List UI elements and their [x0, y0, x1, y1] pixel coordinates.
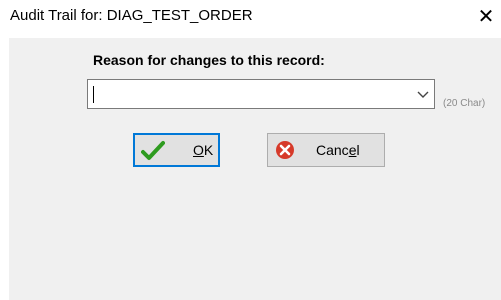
reason-label: Reason for changes to this record:: [93, 52, 325, 68]
dialog-body: Reason for changes to this record: (20 C…: [9, 38, 501, 300]
char-limit-hint: (20 Char): [443, 98, 486, 109]
chevron-down-icon[interactable]: [412, 80, 434, 108]
text-caret: [93, 86, 94, 103]
close-icon[interactable]: ✕: [474, 4, 498, 30]
cancel-x-icon: [274, 139, 298, 161]
cancel-label: Cancel: [316, 142, 360, 158]
title-bar: Audit Trail for: DIAG_TEST_ORDER ✕: [0, 0, 501, 38]
ok-label: OK: [193, 142, 214, 158]
checkmark-icon: [141, 140, 165, 162]
ok-button[interactable]: OK: [133, 133, 220, 167]
reason-combobox[interactable]: [87, 79, 435, 109]
cancel-button[interactable]: Cancel: [267, 133, 385, 167]
window-title: Audit Trail for: DIAG_TEST_ORDER: [10, 7, 253, 24]
